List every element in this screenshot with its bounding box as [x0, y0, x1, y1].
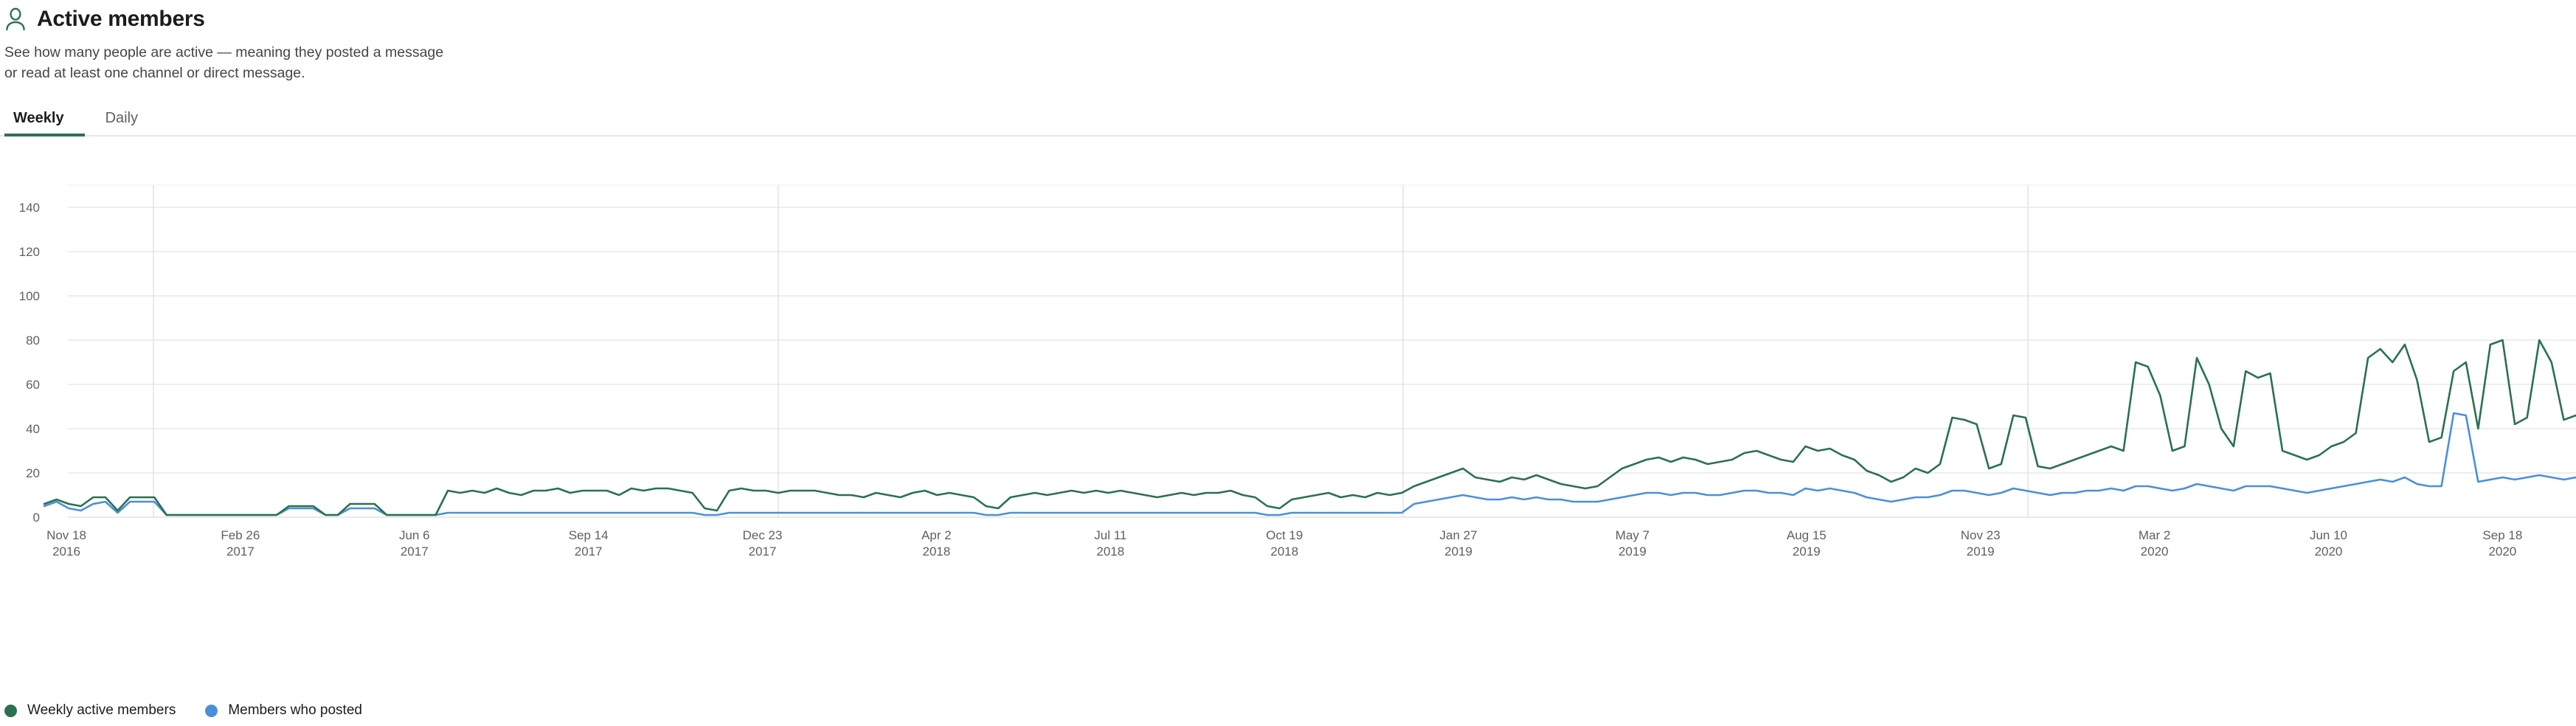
- svg-text:Feb 26: Feb 26: [221, 528, 260, 542]
- x-axis-tick-label: Jul 11 2018: [1094, 528, 1126, 559]
- svg-text:2019: 2019: [1967, 544, 1995, 559]
- legend-item-members-who-posted[interactable]: Members who posted: [205, 702, 362, 719]
- svg-text:2020: 2020: [2141, 544, 2169, 559]
- chart-legend: Weekly active members Members who posted: [4, 702, 362, 719]
- tab-bar: Weekly Daily: [0, 100, 2576, 137]
- y-axis-tick-label: 0: [33, 511, 40, 525]
- svg-text:Jun 10: Jun 10: [2310, 528, 2347, 542]
- x-axis-tick-label: Nov 18 2016: [46, 528, 86, 559]
- svg-text:Jul 11: Jul 11: [1094, 528, 1126, 542]
- svg-text:2020: 2020: [2488, 544, 2516, 559]
- x-axis-tick-label: Mar 2 2020: [2139, 528, 2170, 559]
- svg-text:Jan 27: Jan 27: [1440, 528, 1478, 542]
- x-axis-tick-label: Dec 23 2017: [743, 528, 783, 559]
- person-icon: [4, 7, 27, 31]
- x-axis-tick-label: Sep 14 2017: [569, 528, 609, 559]
- page-title: Active members: [37, 7, 205, 31]
- series-line-weekly-active-members: [43, 339, 2576, 516]
- x-axis-tick-label: Apr 2 2018: [921, 528, 952, 559]
- chart-container: 0 20 40 60 80 100 120 140 Nov 18 2016 Feb 26 2017 Ju…: [0, 147, 2576, 604]
- svg-text:2017: 2017: [226, 544, 255, 559]
- x-axis-tick-label: May 7 2019: [1616, 528, 1649, 559]
- y-axis-tick-label: 80: [26, 333, 40, 348]
- svg-text:Jun 6: Jun 6: [399, 528, 430, 542]
- legend-color-swatch-blue: [205, 704, 218, 717]
- page-header: Active members: [0, 0, 2576, 34]
- tab-weekly[interactable]: Weekly: [4, 111, 85, 137]
- x-axis-tick-label: Jun 10 2020: [2310, 528, 2347, 559]
- svg-text:2018: 2018: [1096, 544, 1124, 559]
- x-axis-tick-label: Sep 18 2020: [2482, 528, 2522, 559]
- svg-text:Nov 23: Nov 23: [1961, 528, 2001, 542]
- svg-text:Mar 2: Mar 2: [2139, 528, 2170, 542]
- x-axis-tick-label: Jan 27 2019: [1440, 528, 1478, 559]
- svg-text:Aug 15: Aug 15: [1787, 528, 1827, 542]
- svg-text:2017: 2017: [575, 544, 603, 559]
- svg-text:May 7: May 7: [1616, 528, 1649, 542]
- svg-text:Apr 2: Apr 2: [921, 528, 952, 542]
- svg-text:Oct 19: Oct 19: [1266, 528, 1303, 542]
- svg-text:2016: 2016: [52, 544, 80, 559]
- y-axis-tick-label: 60: [26, 378, 40, 392]
- active-members-line-chart[interactable]: 020406080100120140Nov 182016Feb 262017Ju…: [0, 147, 2576, 604]
- y-axis-tick-label: 20: [26, 466, 40, 480]
- legend-item-weekly-active-members[interactable]: Weekly active members: [4, 702, 176, 719]
- y-axis-tick-label: 40: [26, 422, 40, 436]
- x-axis-tick-label: Oct 19 2018: [1266, 528, 1303, 559]
- x-axis-tick-label: Jun 6 2017: [399, 528, 430, 559]
- y-axis-tick-label: 140: [19, 201, 40, 215]
- svg-text:Sep 18: Sep 18: [2482, 528, 2522, 542]
- svg-text:2020: 2020: [2315, 544, 2343, 559]
- svg-text:2019: 2019: [1793, 544, 1821, 559]
- legend-color-swatch-green: [4, 704, 17, 717]
- svg-text:2017: 2017: [401, 544, 429, 559]
- y-axis-tick-label: 100: [19, 289, 40, 303]
- x-axis-tick-label: Feb 26 2017: [221, 528, 260, 559]
- x-axis-tick-label: Nov 23 2019: [1961, 528, 2001, 559]
- svg-text:2019: 2019: [1618, 544, 1647, 559]
- legend-label-members-who-posted: Members who posted: [228, 702, 362, 718]
- svg-text:2018: 2018: [1270, 544, 1298, 559]
- svg-text:Dec 23: Dec 23: [743, 528, 783, 542]
- tab-daily[interactable]: Daily: [85, 111, 159, 135]
- svg-text:2019: 2019: [1444, 544, 1472, 559]
- y-axis-tick-label: 120: [19, 245, 40, 259]
- svg-text:2018: 2018: [923, 544, 951, 559]
- page-description: See how many people are active — meaning…: [4, 44, 444, 81]
- x-axis-tick-label: Aug 15 2019: [1787, 528, 1827, 559]
- svg-text:Nov 18: Nov 18: [46, 528, 86, 542]
- svg-text:2017: 2017: [749, 544, 777, 559]
- legend-label-weekly-active-members: Weekly active members: [27, 702, 176, 718]
- svg-text:Sep 14: Sep 14: [569, 528, 609, 542]
